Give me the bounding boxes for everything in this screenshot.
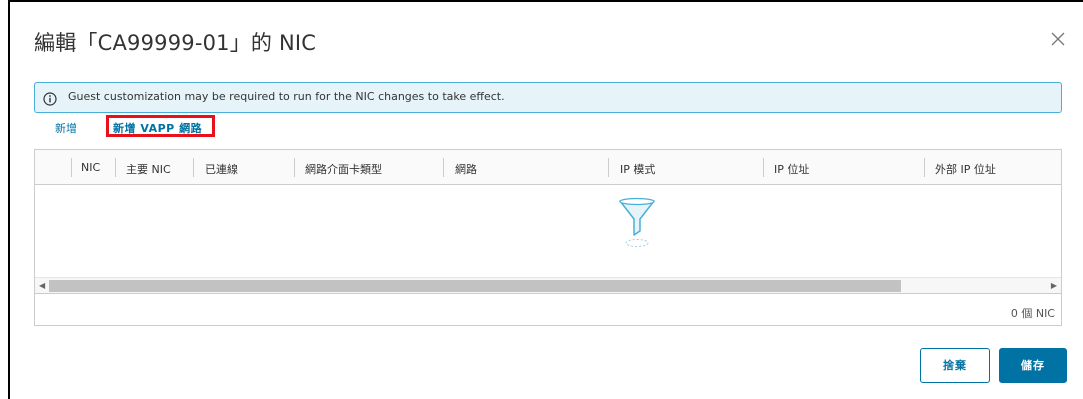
column-separator[interactable] [294,158,295,177]
column-header-nic[interactable]: NIC [81,161,100,174]
grid-footer: 0 個 NIC [35,293,1061,326]
column-separator[interactable] [924,158,925,177]
cancel-button[interactable]: 捨棄 [920,348,990,383]
scroll-right-icon[interactable]: ▶ [1051,281,1057,290]
info-icon [43,91,57,106]
column-header-adapter-type[interactable]: 網路介面卡類型 [305,161,382,177]
close-icon[interactable] [1050,31,1066,47]
column-header-external-ip[interactable]: 外部 IP 位址 [935,161,996,177]
grid-header: NIC 主要 NIC 已連線 網路介面卡類型 網路 IP 模式 IP 位址 外部… [35,150,1061,185]
column-header-network[interactable]: 網路 [455,161,477,177]
column-header-ip-mode[interactable]: IP 模式 [620,161,655,177]
column-header-ip-address[interactable]: IP 位址 [774,161,809,177]
scrollbar-thumb[interactable] [49,280,901,292]
alert-text: Guest customization may be required to r… [68,90,505,103]
nic-count: 0 個 NIC [1010,307,1055,320]
column-separator[interactable] [763,158,764,177]
add-link[interactable]: 新增 [55,120,77,136]
nic-grid: NIC 主要 NIC 已連線 網路介面卡類型 網路 IP 模式 IP 位址 外部… [34,149,1062,326]
column-separator[interactable] [443,158,444,177]
column-header-primary-nic[interactable]: 主要 NIC [126,161,171,177]
column-header-connected[interactable]: 已連線 [205,161,238,177]
column-separator[interactable] [71,158,72,177]
column-separator[interactable] [193,158,194,177]
highlight-box [106,115,215,137]
filter-funnel-icon [617,197,657,249]
column-separator[interactable] [115,158,116,177]
dialog-title: 編輯「CA99999-01」的 NIC [34,31,317,55]
info-alert: Guest customization may be required to r… [34,82,1062,113]
save-button[interactable]: 儲存 [999,348,1067,383]
scroll-left-icon[interactable]: ◀ [39,281,45,290]
horizontal-scrollbar[interactable]: ◀ ▶ [35,277,1061,293]
column-separator[interactable] [608,158,609,177]
